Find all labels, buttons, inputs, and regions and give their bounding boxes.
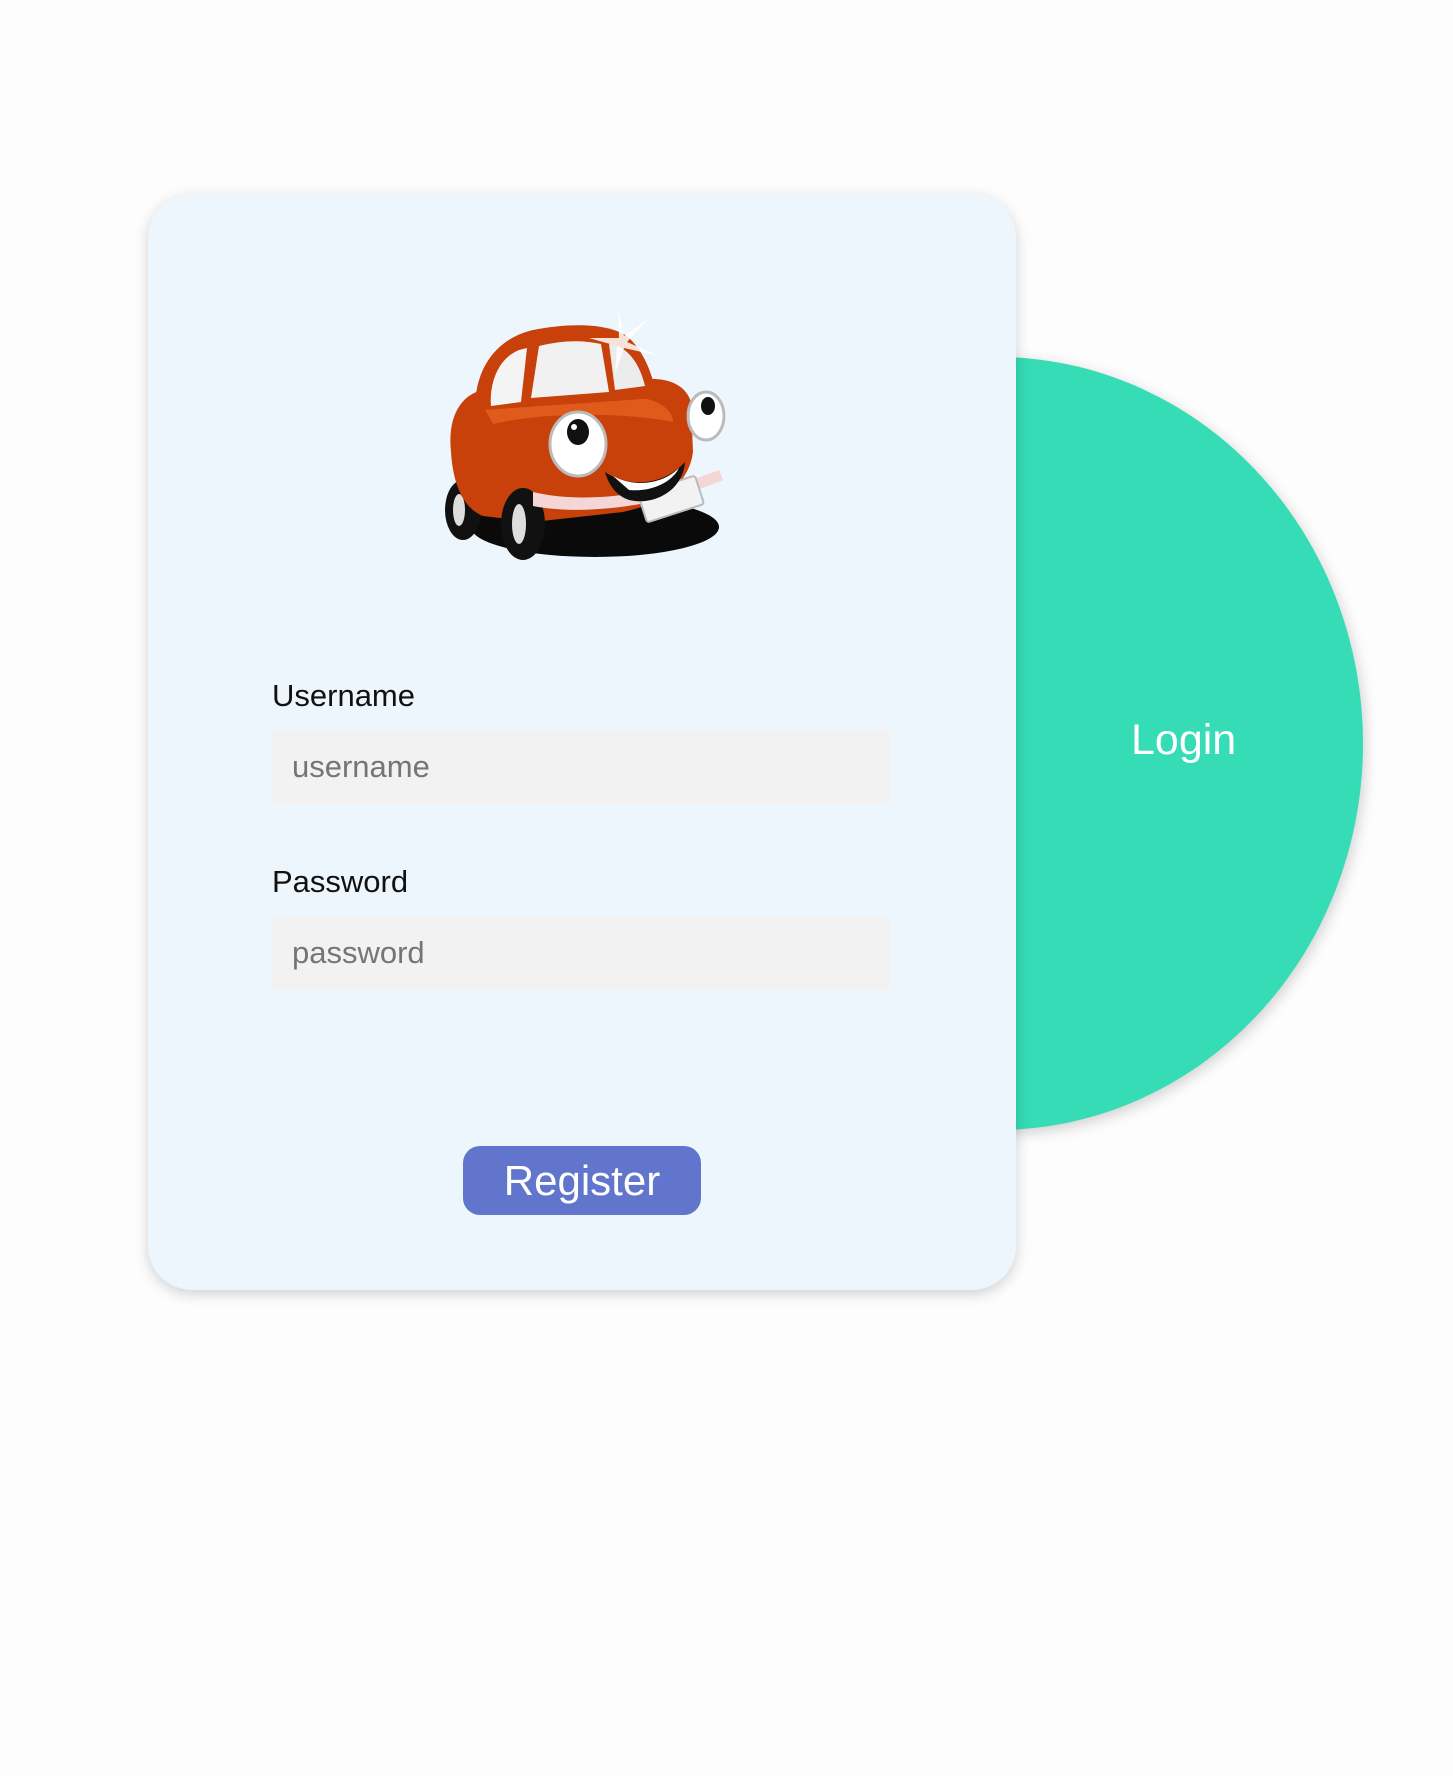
username-input[interactable] [272,730,890,804]
page: Login Username username Password Registe… [0,0,1453,1776]
password-input[interactable] [272,916,890,990]
car-mascot-logo [445,308,726,560]
register-button[interactable]: Register [463,1146,701,1215]
register-card: Username Password Register [148,194,1016,1290]
password-label: Password [272,864,409,899]
username-label: Username [272,678,415,713]
login-switch-label[interactable]: Login [1131,716,1236,765]
